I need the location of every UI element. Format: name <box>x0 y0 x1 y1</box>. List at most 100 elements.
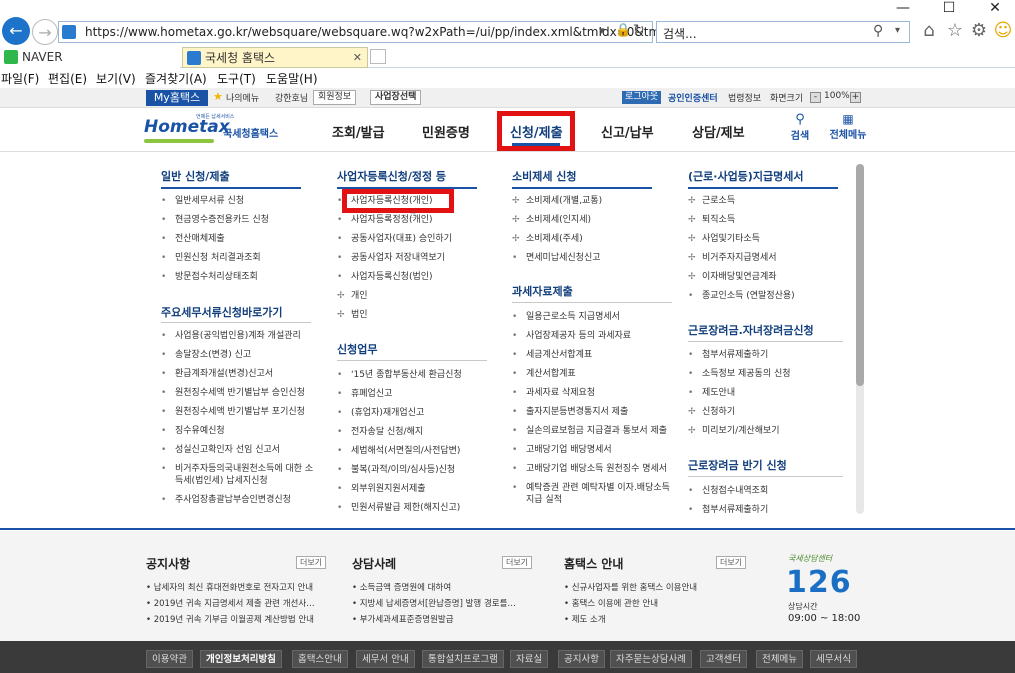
list-item[interactable]: • 과세자료 삭제요청 <box>512 388 670 399</box>
list-item[interactable]: ✢ 근로소득 <box>688 196 795 207</box>
list-item[interactable]: ✢ 법인 <box>337 310 452 321</box>
link-notice[interactable]: 공지사항 <box>558 650 605 668</box>
list-item[interactable]: • 민원신청 처리결과조회 <box>161 253 269 264</box>
menu-help[interactable]: 도움말(H) <box>266 70 318 87</box>
list-item[interactable]: • 첨부서류제출하기 <box>688 505 768 516</box>
zoom-out-button[interactable]: - <box>810 92 821 103</box>
back-arrow-icon[interactable]: ← <box>2 17 30 45</box>
menu-view[interactable]: 보기(V) <box>96 70 136 87</box>
list-item[interactable]: ✢ 퇴직소득 <box>688 215 795 226</box>
list-item[interactable]: • 신청접수내역조회 <box>688 486 768 497</box>
list-item[interactable]: • 사업자등록신청(법인) <box>337 272 452 283</box>
gnb-report-pay[interactable]: 신고/납부 <box>601 122 654 141</box>
list-item[interactable]: • 소득금액 증명원에 대하여 <box>352 581 516 593</box>
cert-center-link[interactable]: 공인인증센터 <box>668 91 718 104</box>
list-item[interactable]: • 세법해석(서면질의/사전답변) <box>337 446 462 457</box>
link-install[interactable]: 통합설치프로그램 <box>422 650 504 668</box>
list-item[interactable]: • 세금계산서합계표 <box>512 350 670 361</box>
list-item[interactable]: • (휴업자)재개업신고 <box>337 408 462 419</box>
menu-edit[interactable]: 편집(E) <box>48 70 87 87</box>
list-item[interactable]: • 사업용(공익법인용)계좌 개설관리 <box>161 331 313 342</box>
scrollbar-thumb[interactable] <box>856 164 864 386</box>
list-item[interactable]: • 전산매체제출 <box>161 234 269 245</box>
list-item[interactable]: • 제도안내 <box>688 388 791 399</box>
link-terms[interactable]: 이용약관 <box>146 650 193 668</box>
search-icon[interactable]: ⚲ <box>873 23 883 39</box>
list-item[interactable]: • 계산서합계표 <box>512 369 670 380</box>
settings-gear-icon[interactable]: ⚙ <box>968 20 990 42</box>
list-item[interactable]: • 2019년 귀속 기부금 이월공제 계산방법 안내 <box>146 613 315 625</box>
list-item[interactable]: • '15년 종합부동산세 환급신청 <box>337 370 462 381</box>
list-item[interactable]: • 원천징수세액 반기별납부 승인신청 <box>161 388 313 399</box>
logout-button[interactable]: 로그아웃 <box>622 91 662 104</box>
link-faq[interactable]: 자주묻는상담사례 <box>610 650 692 668</box>
home-icon[interactable]: ⌂ <box>918 20 940 42</box>
list-item-cont[interactable]: 득세(법인세) 납세지신청 <box>161 476 313 487</box>
list-item[interactable]: • 일반세무서류 신청 <box>161 196 269 207</box>
close-tab-icon[interactable]: ✕ <box>353 48 362 68</box>
zoom-in-button[interactable]: + <box>850 92 861 103</box>
link-privacy[interactable]: 개인정보처리방침 <box>200 650 282 668</box>
search-dropdown-icon[interactable]: ▾ <box>895 25 900 36</box>
list-item[interactable]: • 면세미납세신청신고 <box>512 253 602 264</box>
link-customer-center[interactable]: 고객센터 <box>700 650 747 668</box>
search-button[interactable]: ⚲ 검색 <box>786 112 814 142</box>
consult-more-button[interactable]: 더보기 <box>502 556 532 569</box>
gnb-certificate[interactable]: 민원증명 <box>422 122 470 141</box>
list-item[interactable]: • 신규사업자를 위한 홈택스 이용안내 <box>564 581 697 593</box>
link-tax-office[interactable]: 세무서 안내 <box>356 650 415 668</box>
list-item[interactable]: • 예탁증권 관련 예탁자별 이자.배당소득 <box>512 483 670 494</box>
list-item[interactable]: ✢ 비거주자지급명세서 <box>688 253 795 264</box>
notice-more-button[interactable]: 더보기 <box>296 556 326 569</box>
list-item[interactable]: • 2019년 귀속 지급명세서 제출 관련 개선사… <box>146 597 315 609</box>
favorites-star-icon[interactable]: ☆ <box>944 20 966 42</box>
list-item[interactable]: ✢ 개인 <box>337 291 452 302</box>
link-forms[interactable]: 세무서식 <box>810 650 857 668</box>
browser-search-box[interactable]: 검색... ⚲ ▾ <box>656 21 910 43</box>
smiley-feedback-icon[interactable]: ☺ <box>992 20 1014 42</box>
dropdown-icon[interactable]: ▾ <box>599 24 605 37</box>
gnb-inquiry[interactable]: 조회/발급 <box>332 122 385 141</box>
all-menu-button[interactable]: ▦ 전체메뉴 <box>826 112 870 141</box>
my-hometax-button[interactable]: My홈택스 <box>146 90 208 106</box>
business-select-button[interactable]: 사업장선택 <box>370 90 422 105</box>
list-item[interactable]: • 현금영수증전용카드 신청 <box>161 215 269 226</box>
list-item[interactable]: • 비거주자등의국내원천소득에 대한 소 <box>161 464 313 475</box>
list-item[interactable]: • 제도 소개 <box>564 613 697 625</box>
tab-hometax[interactable]: 국세청 홈택스 ✕ <box>182 47 368 68</box>
member-info-button[interactable]: 회원정보 <box>313 90 357 105</box>
law-info-link[interactable]: 법령정보 <box>728 91 761 104</box>
list-item[interactable]: • 사업장제공자 등의 과세자료 <box>512 331 670 342</box>
list-item[interactable]: • 홈택스 이용에 관한 안내 <box>564 597 697 609</box>
menu-tools[interactable]: 도구(T) <box>217 70 256 87</box>
hometax-logo[interactable]: 언제든 납세서비스 Hometax 국세청홈택스 <box>144 111 294 149</box>
list-item[interactable]: • 원천징수세액 반기별납부 포기신청 <box>161 407 313 418</box>
list-item[interactable]: • 방문접수처리상태조회 <box>161 272 269 283</box>
list-item[interactable]: • 일용근로소득 지급명세서 <box>512 312 670 323</box>
list-item[interactable]: • 사업자등록정정(개인) <box>337 215 452 226</box>
list-item[interactable]: • 소득정보 제공동의 신청 <box>688 369 791 380</box>
link-guide[interactable]: 홈택스안내 <box>292 650 348 668</box>
list-item[interactable]: • 휴폐업신고 <box>337 389 462 400</box>
maximize-button[interactable]: ☐ <box>926 0 972 16</box>
menu-favorites[interactable]: 즐겨찾기(A) <box>145 70 207 87</box>
list-item[interactable]: • 불복(과적/이의/심사등)신청 <box>337 465 462 476</box>
list-item[interactable]: ✢ 신청하기 <box>688 407 791 418</box>
minimize-button[interactable]: — <box>880 0 926 16</box>
list-item[interactable]: • 전자송달 신청/해지 <box>337 427 462 438</box>
gnb-consult[interactable]: 상담/제보 <box>692 122 745 141</box>
list-item[interactable]: • 출자지분등변경통지서 제출 <box>512 407 670 418</box>
list-item[interactable]: ✢ 사업및기타소득 <box>688 234 795 245</box>
list-item[interactable]: • 납세자의 최신 휴대전화번호로 전자고지 안내 <box>146 581 315 593</box>
list-item[interactable]: • 첨부서류제출하기 <box>688 350 791 361</box>
list-item[interactable]: • 성실신고확인자 선임 신고서 <box>161 445 313 456</box>
my-menu-link[interactable]: 나의메뉴 <box>226 91 259 104</box>
list-item[interactable]: • 송달장소(변경) 신고 <box>161 350 313 361</box>
list-item[interactable]: • 공동사업자(대표) 승인하기 <box>337 234 452 245</box>
forward-arrow-icon[interactable]: → <box>32 19 58 45</box>
list-item[interactable]: • 실손의료보험금 지급결과 통보서 제출 <box>512 426 670 437</box>
list-item[interactable]: • 민원서류발급 제한(해지신고) <box>337 503 462 514</box>
list-item[interactable]: • 외부위원지원서제출 <box>337 484 462 495</box>
list-item[interactable]: ✢ 소비제세(인지세) <box>512 215 602 226</box>
list-item[interactable]: • 부가세과세표준증명원발급 <box>352 613 516 625</box>
